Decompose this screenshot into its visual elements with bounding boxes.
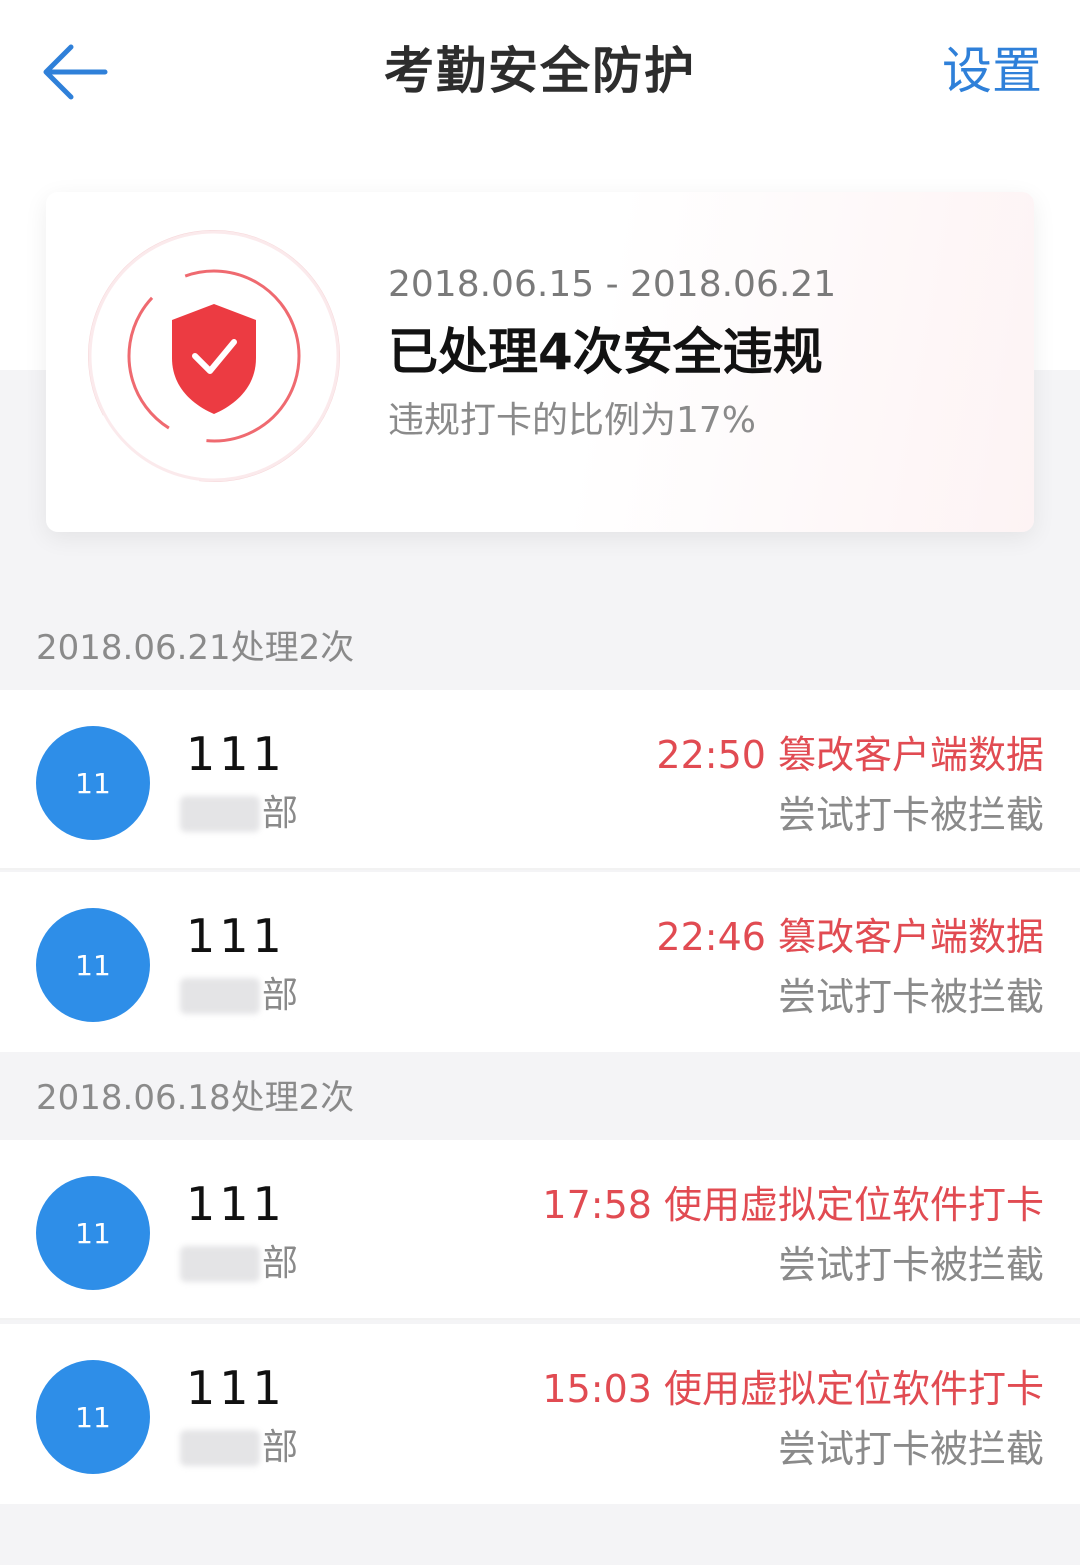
settings-button[interactable]: 设置	[942, 38, 1042, 104]
divider	[0, 1318, 1080, 1320]
violation-text: 17:58 使用虚拟定位软件打卡	[542, 1183, 1044, 1227]
department-label: 部	[262, 1427, 299, 1468]
redacted-mask	[180, 796, 260, 832]
violation-text: 15:03 使用虚拟定位软件打卡	[542, 1367, 1044, 1411]
department: 部	[180, 1426, 298, 1470]
group-header: 2018.06.21处理2次	[36, 628, 355, 668]
page-title: 考勤安全防护	[384, 42, 696, 100]
divider	[0, 868, 1080, 870]
user-name: 111	[186, 727, 286, 781]
list-item[interactable]: 11 111 部 22:46 篡改客户端数据 尝试打卡被拦截	[0, 872, 1080, 1052]
redacted-mask	[180, 978, 260, 1014]
user-name: 111	[186, 1361, 286, 1415]
department-label: 部	[262, 793, 299, 834]
user-name: 111	[186, 1177, 286, 1231]
violation-text: 22:46 篡改客户端数据	[656, 915, 1044, 959]
department-label: 部	[262, 1243, 299, 1284]
user-name: 111	[186, 909, 286, 963]
department: 部	[180, 792, 298, 836]
group-header: 2018.06.18处理2次	[36, 1078, 355, 1118]
status-text: 尝试打卡被拦截	[777, 975, 1044, 1019]
department: 部	[180, 1242, 298, 1286]
avatar: 11	[36, 1360, 150, 1474]
status-text: 尝试打卡被拦截	[777, 793, 1044, 837]
date-range: 2018.06.15 - 2018.06.21	[388, 264, 837, 305]
status-text: 尝试打卡被拦截	[777, 1427, 1044, 1471]
status-text: 尝试打卡被拦截	[777, 1243, 1044, 1287]
department: 部	[180, 974, 298, 1018]
department-label: 部	[262, 975, 299, 1016]
list-item[interactable]: 11 111 部 22:50 篡改客户端数据 尝试打卡被拦截	[0, 690, 1080, 870]
summary-headline: 已处理4次安全违规	[388, 323, 823, 381]
list-item[interactable]: 11 111 部 17:58 使用虚拟定位软件打卡 尝试打卡被拦截	[0, 1140, 1080, 1320]
avatar: 11	[36, 726, 150, 840]
shield-check-icon	[84, 226, 344, 486]
redacted-mask	[180, 1430, 260, 1466]
violation-ratio: 违规打卡的比例为17%	[388, 400, 757, 441]
summary-card: 2018.06.15 - 2018.06.21 已处理4次安全违规 违规打卡的比…	[46, 192, 1034, 532]
avatar: 11	[36, 1176, 150, 1290]
violation-text: 22:50 篡改客户端数据	[656, 733, 1044, 777]
avatar: 11	[36, 908, 150, 1022]
redacted-mask	[180, 1246, 260, 1282]
list-item[interactable]: 11 111 部 15:03 使用虚拟定位软件打卡 尝试打卡被拦截	[0, 1324, 1080, 1504]
